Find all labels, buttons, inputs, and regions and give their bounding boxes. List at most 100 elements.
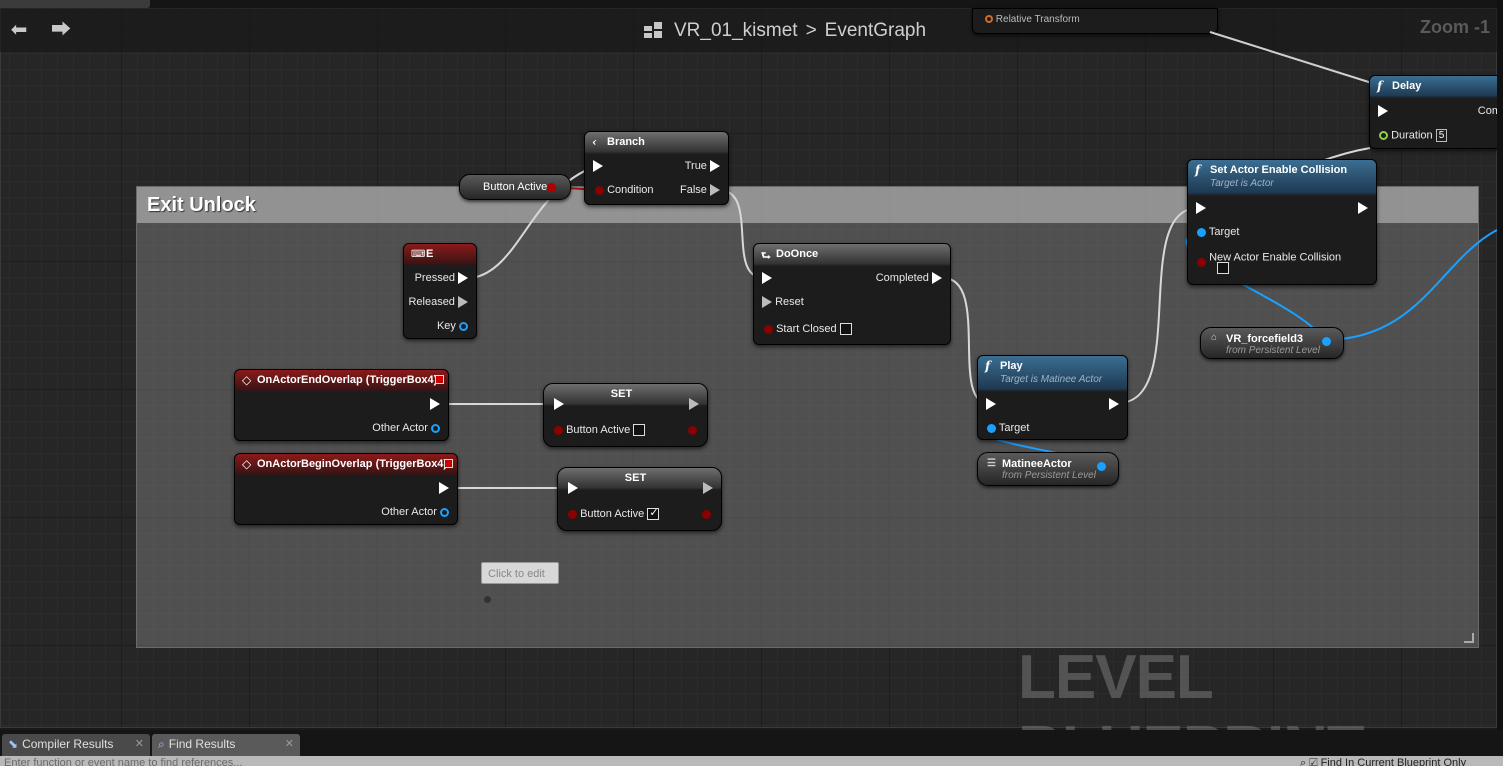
forcefield-sub: from Persistent Level (1226, 345, 1320, 356)
set1-value-pin[interactable]: Button Active (554, 424, 646, 437)
doonce-start-closed-pin[interactable]: Start Closed (764, 323, 852, 336)
doonce-header[interactable]: ⮑ DoOnce (754, 244, 950, 266)
search-input[interactable]: Enter function or event name to find ref… (4, 756, 242, 766)
breadcrumb-graph-name[interactable]: EventGraph (825, 20, 926, 42)
find-in-current-blueprint-checkbox[interactable]: ⌕ ☑ Find In Current Blueprint Only (1300, 756, 1466, 766)
start-closed-checkbox[interactable] (839, 323, 852, 336)
branch-true-pin[interactable]: True (684, 160, 720, 173)
set2-value-pin[interactable]: Button Active (568, 506, 660, 521)
document-tab-stub[interactable] (0, 0, 150, 8)
set-collision-header[interactable]: f Set Actor Enable Collision Target is A… (1188, 160, 1376, 196)
exec-pin-icon (1378, 105, 1388, 118)
delay-duration-label: Duration (1391, 129, 1433, 142)
compiler-icon: ⬊ (8, 737, 19, 751)
tab-find-results-label: Find Results (168, 737, 236, 751)
set2-checkbox[interactable] (647, 506, 660, 521)
doonce-completed-pin[interactable]: Completed (875, 272, 942, 285)
play-header[interactable]: f Play Target is Matinee Actor (978, 356, 1127, 392)
doonce-node[interactable]: ⮑ DoOnce Completed Reset Start Closed (753, 243, 951, 345)
set-collision-target-pin[interactable]: Target (1197, 226, 1239, 238)
object-pin-icon[interactable] (1097, 462, 1106, 471)
set-collision-exec-out[interactable] (1358, 202, 1368, 215)
set-actor-enable-collision-node[interactable]: f Set Actor Enable Collision Target is A… (1187, 159, 1377, 285)
relative-transform-pin[interactable]: Relative Transform (985, 14, 1080, 25)
delay-node[interactable]: f Delay Com Duration 5 (1369, 75, 1503, 149)
start-closed-label: Start Closed (776, 323, 837, 335)
set1-exec-in[interactable] (554, 398, 564, 411)
forcefield-reference[interactable]: ⌂ VR_forcefield3 from Persistent Level (1200, 327, 1344, 359)
begin-overlap-other-actor-pin[interactable]: Other Actor (381, 506, 449, 518)
end-overlap-other-actor-pin[interactable]: Other Actor (372, 422, 440, 434)
object-pin-icon[interactable] (1322, 337, 1331, 346)
struct-pin-icon (459, 321, 468, 331)
reroute-node[interactable] (484, 596, 491, 603)
completed-label: Completed (875, 272, 929, 284)
breadcrumb-blueprint-name[interactable]: VR_01_kismet (674, 20, 798, 42)
set-collision-checkbox[interactable] (1217, 262, 1229, 275)
play-node[interactable]: f Play Target is Matinee Actor Target (977, 355, 1128, 440)
key-e-pressed-pin[interactable]: Pressed (415, 272, 468, 285)
set2-exec-out[interactable] (703, 482, 713, 495)
set2-exec-in[interactable] (568, 482, 578, 495)
play-exec-out[interactable] (1109, 398, 1119, 411)
delay-header[interactable]: f Delay (1370, 76, 1503, 98)
close-icon[interactable]: ✕ (135, 737, 144, 750)
set1-header[interactable]: SET (544, 384, 707, 406)
branch-node[interactable]: ‹ Branch True Condition False (584, 131, 729, 205)
play-exec-in[interactable] (986, 398, 996, 411)
set1-var-label: Button Active (566, 424, 631, 436)
comment-title[interactable]: Exit Unlock (147, 194, 256, 217)
branch-true-label: True (684, 160, 707, 172)
branch-exec-in[interactable] (593, 160, 603, 173)
bool-pin-icon (688, 425, 697, 435)
key-e-released-pin[interactable]: Released (408, 296, 468, 309)
doonce-exec-in[interactable] (762, 272, 772, 285)
delay-exec-in[interactable] (1378, 105, 1388, 118)
exec-pin-icon (593, 160, 603, 173)
key-e-key-pin[interactable]: Key (437, 320, 468, 332)
matinee-actor-reference[interactable]: ☰ MatineeActor from Persistent Level (977, 452, 1119, 486)
begin-overlap-header[interactable]: ◇ OnActorBeginOverlap (TriggerBox4) (235, 454, 457, 476)
tab-find-results[interactable]: ⌕ Find Results ✕ (152, 734, 300, 756)
button-active-getter[interactable]: Button Active (459, 174, 571, 200)
end-overlap-header[interactable]: ◇ OnActorEndOverlap (TriggerBox4) (235, 370, 448, 392)
bool-pin-icon[interactable] (547, 183, 556, 192)
set1-output-pin[interactable] (688, 424, 697, 436)
play-target-pin[interactable]: Target (987, 422, 1029, 434)
end-overlap-exec-out[interactable] (430, 398, 440, 411)
branch-false-pin[interactable]: False (680, 184, 720, 197)
bool-pin-icon (1197, 258, 1206, 267)
key-e-node[interactable]: ⌨ E Pressed Released Key (403, 243, 477, 339)
branch-condition-pin[interactable]: Condition (595, 184, 654, 196)
function-icon: f (1377, 79, 1383, 93)
key-e-header[interactable]: ⌨ E (404, 244, 476, 266)
set2-output-pin[interactable] (702, 508, 711, 520)
delegate-pin-icon[interactable] (435, 375, 444, 384)
exec-pin-icon (1109, 398, 1119, 411)
forward-arrow-icon[interactable]: ⮕ (50, 18, 72, 40)
find-search-bar[interactable]: Enter function or event name to find ref… (0, 756, 1503, 766)
object-pin-icon (431, 423, 440, 433)
set1-checkbox[interactable] (633, 424, 646, 437)
delay-duration-pin[interactable]: Duration 5 (1379, 129, 1448, 142)
begin-overlap-exec-out[interactable] (439, 482, 449, 495)
click-to-edit-bubble[interactable]: Click to edit (481, 562, 559, 584)
set-collision-exec-in[interactable] (1196, 202, 1206, 215)
exec-pin-icon (1196, 202, 1206, 215)
set2-header[interactable]: SET (558, 468, 721, 490)
end-overlap-event-node[interactable]: ◇ OnActorEndOverlap (TriggerBox4) Other … (234, 369, 449, 441)
exec-pin-icon (430, 398, 440, 411)
set-button-active-true-node[interactable]: SET Button Active (557, 467, 722, 531)
relative-transform-node[interactable]: Relative Transform (972, 8, 1218, 34)
doonce-reset-pin[interactable]: Reset (762, 296, 804, 309)
tab-compiler-results[interactable]: ⬊ Compiler Results ✕ (2, 734, 150, 756)
back-arrow-icon[interactable]: ⬅ (8, 18, 30, 40)
delegate-pin-icon[interactable] (444, 459, 453, 468)
branch-header[interactable]: ‹ Branch (585, 132, 728, 154)
close-icon[interactable]: ✕ (285, 737, 294, 750)
set1-exec-out[interactable] (689, 398, 699, 411)
set-button-active-false-node[interactable]: SET Button Active (543, 383, 708, 447)
delay-duration-input[interactable]: 5 (1435, 129, 1448, 142)
begin-overlap-event-node[interactable]: ◇ OnActorBeginOverlap (TriggerBox4) Othe… (234, 453, 458, 525)
find-in-current-blueprint-label: Find In Current Blueprint Only (1320, 757, 1467, 766)
